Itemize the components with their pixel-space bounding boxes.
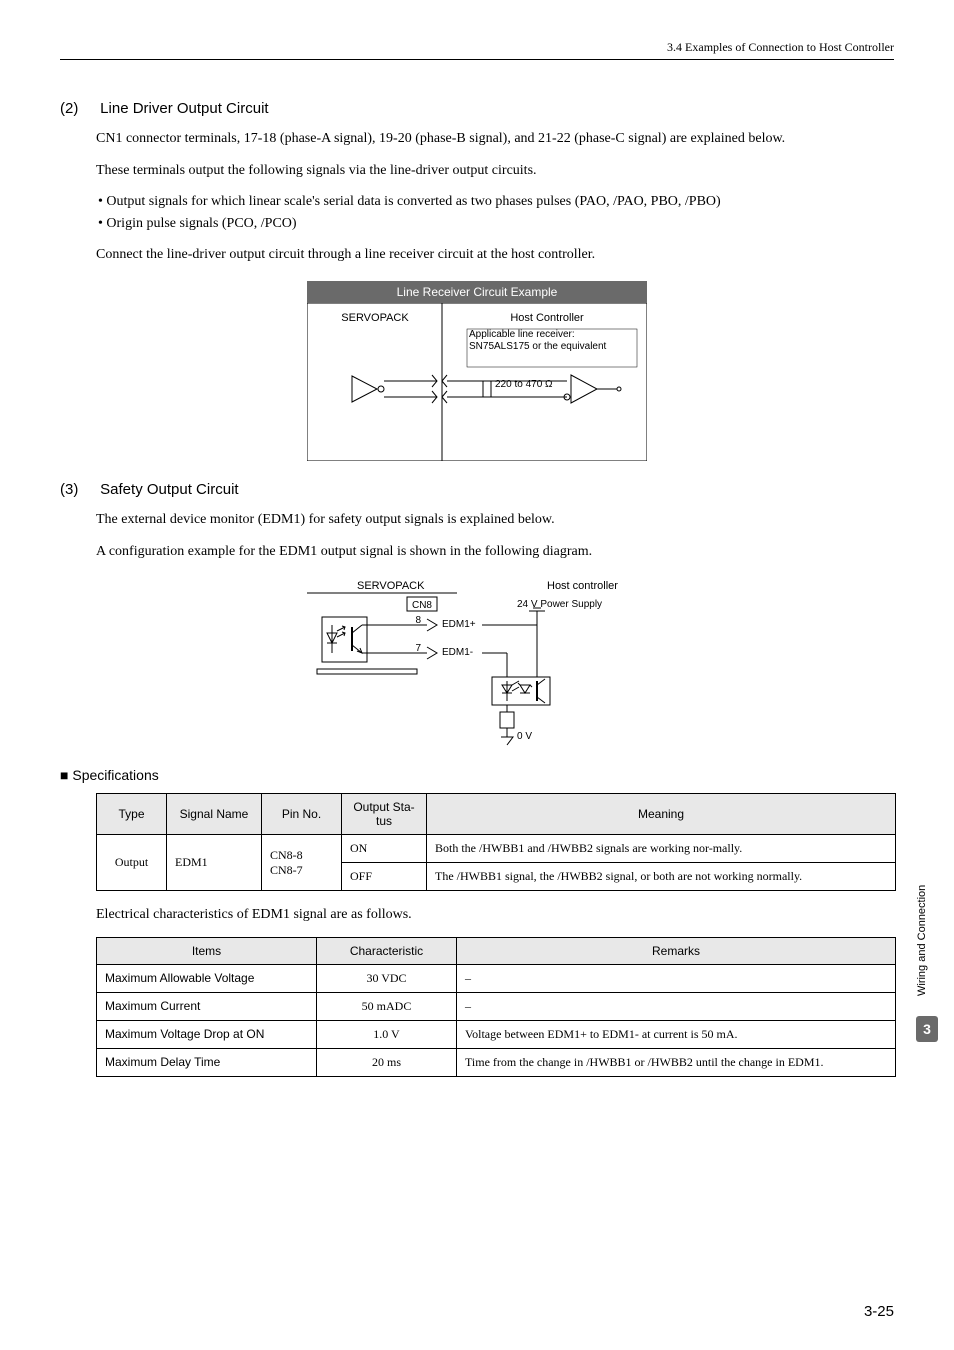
t2-r4-r: Time from the change in /HWBB1 or /HWBB2… [457, 1048, 896, 1076]
safety-output-diagram: SERVOPACK Host controller CN8 8 7 EDM1+ … [60, 577, 894, 747]
t2-r3-c: 1.0 V [317, 1020, 457, 1048]
svg-text:24 V Power Supply: 24 V Power Supply [517, 599, 602, 610]
t1-type: Output [97, 835, 167, 891]
svg-text:Host Controller: Host Controller [510, 312, 584, 324]
t2-r3-r: Voltage between EDM1+ to EDM1- at curren… [457, 1020, 896, 1048]
safety-output-svg: SERVOPACK Host controller CN8 8 7 EDM1+ … [287, 577, 667, 747]
line-receiver-svg: Line Receiver Circuit Example SERVOPACK … [307, 281, 647, 461]
t2-h2: Characteristic [317, 937, 457, 964]
section-2-heading: (2) Line Driver Output Circuit [60, 100, 894, 117]
table-row: Maximum Voltage Drop at ON 1.0 V Voltage… [97, 1020, 896, 1048]
svg-text:Line Receiver Circuit Example: Line Receiver Circuit Example [397, 285, 558, 299]
svg-text:CN8: CN8 [412, 600, 432, 611]
spec-heading-text: Specifications [72, 767, 158, 783]
section-3-number: (3) [60, 481, 96, 498]
t1-h2: Signal Name [167, 794, 262, 835]
s3-p2: A configuration example for the EDM1 out… [96, 542, 894, 562]
t1-h3: Pin No. [262, 794, 342, 835]
spec-table-1: Type Signal Name Pin No. Output Sta-tus … [96, 793, 896, 891]
line-receiver-diagram: Line Receiver Circuit Example SERVOPACK … [60, 281, 894, 461]
t2-r1-r: – [457, 964, 896, 992]
section-2-number: (2) [60, 100, 96, 117]
page-header: 3.4 Examples of Connection to Host Contr… [60, 40, 894, 60]
spec-heading: Specifications [60, 767, 894, 783]
table-row: Items Characteristic Remarks [97, 937, 896, 964]
page-number: 3-25 [864, 1303, 894, 1320]
t1-r2-stat: OFF [342, 863, 427, 891]
svg-text:EDM1+: EDM1+ [442, 619, 476, 630]
side-label: Wiring and Connection [916, 870, 928, 1010]
s2-p3: Connect the line-driver output circuit t… [96, 245, 894, 265]
svg-text:EDM1-: EDM1- [442, 647, 473, 658]
s2-bullet-2: • Origin pulse signals (PCO, /PCO) [96, 214, 894, 234]
table-row: Maximum Current 50 mADC – [97, 992, 896, 1020]
s2-p1: CN1 connector terminals, 17-18 (phase-A … [96, 129, 894, 149]
section-3-heading: (3) Safety Output Circuit [60, 481, 894, 498]
t1-pin: CN8-8 CN8-7 [262, 835, 342, 891]
t2-r1-i: Maximum Allowable Voltage [97, 964, 317, 992]
table-row: Output EDM1 CN8-8 CN8-7 ON Both the /HWB… [97, 835, 896, 863]
breadcrumb: 3.4 Examples of Connection to Host Contr… [667, 40, 894, 54]
side-tab: Wiring and Connection 3 [916, 870, 944, 1050]
t2-r2-c: 50 mADC [317, 992, 457, 1020]
t2-r2-i: Maximum Current [97, 992, 317, 1020]
s2-bullets: • Output signals for which linear scale'… [96, 192, 894, 233]
t1-sig: EDM1 [167, 835, 262, 891]
chapter-badge: 3 [916, 1016, 938, 1042]
table-row: Maximum Allowable Voltage 30 VDC – [97, 964, 896, 992]
t2-r3-i: Maximum Voltage Drop at ON [97, 1020, 317, 1048]
table-row: Type Signal Name Pin No. Output Sta-tus … [97, 794, 896, 835]
section-2-title: Line Driver Output Circuit [100, 100, 268, 117]
s2-p2: These terminals output the following sig… [96, 161, 894, 181]
svg-text:Host controller: Host controller [547, 580, 618, 592]
s3-p1: The external device monitor (EDM1) for s… [96, 510, 894, 530]
t2-r4-i: Maximum Delay Time [97, 1048, 317, 1076]
t2-r1-c: 30 VDC [317, 964, 457, 992]
svg-text:8: 8 [415, 615, 421, 626]
t2-h3: Remarks [457, 937, 896, 964]
t1-h4: Output Sta-tus [342, 794, 427, 835]
svg-text:7: 7 [415, 643, 421, 654]
t2-r2-r: – [457, 992, 896, 1020]
t2-h1: Items [97, 937, 317, 964]
t1-r1-stat: ON [342, 835, 427, 863]
t1-h1: Type [97, 794, 167, 835]
spec-p1: Electrical characteristics of EDM1 signa… [96, 905, 894, 925]
t1-h5: Meaning [427, 794, 896, 835]
t2-r4-c: 20 ms [317, 1048, 457, 1076]
s2-bullet-1: • Output signals for which linear scale'… [96, 192, 894, 212]
svg-text:SERVOPACK: SERVOPACK [357, 580, 425, 592]
spec-table-2: Items Characteristic Remarks Maximum All… [96, 937, 896, 1077]
section-3-title: Safety Output Circuit [100, 481, 238, 498]
t1-r2-mean: The /HWBB1 signal, the /HWBB2 signal, or… [427, 863, 896, 891]
table-row: Maximum Delay Time 20 ms Time from the c… [97, 1048, 896, 1076]
svg-text:SERVOPACK: SERVOPACK [341, 312, 409, 324]
svg-text:0 V: 0 V [517, 731, 532, 742]
t1-r1-mean: Both the /HWBB1 and /HWBB2 signals are w… [427, 835, 896, 863]
